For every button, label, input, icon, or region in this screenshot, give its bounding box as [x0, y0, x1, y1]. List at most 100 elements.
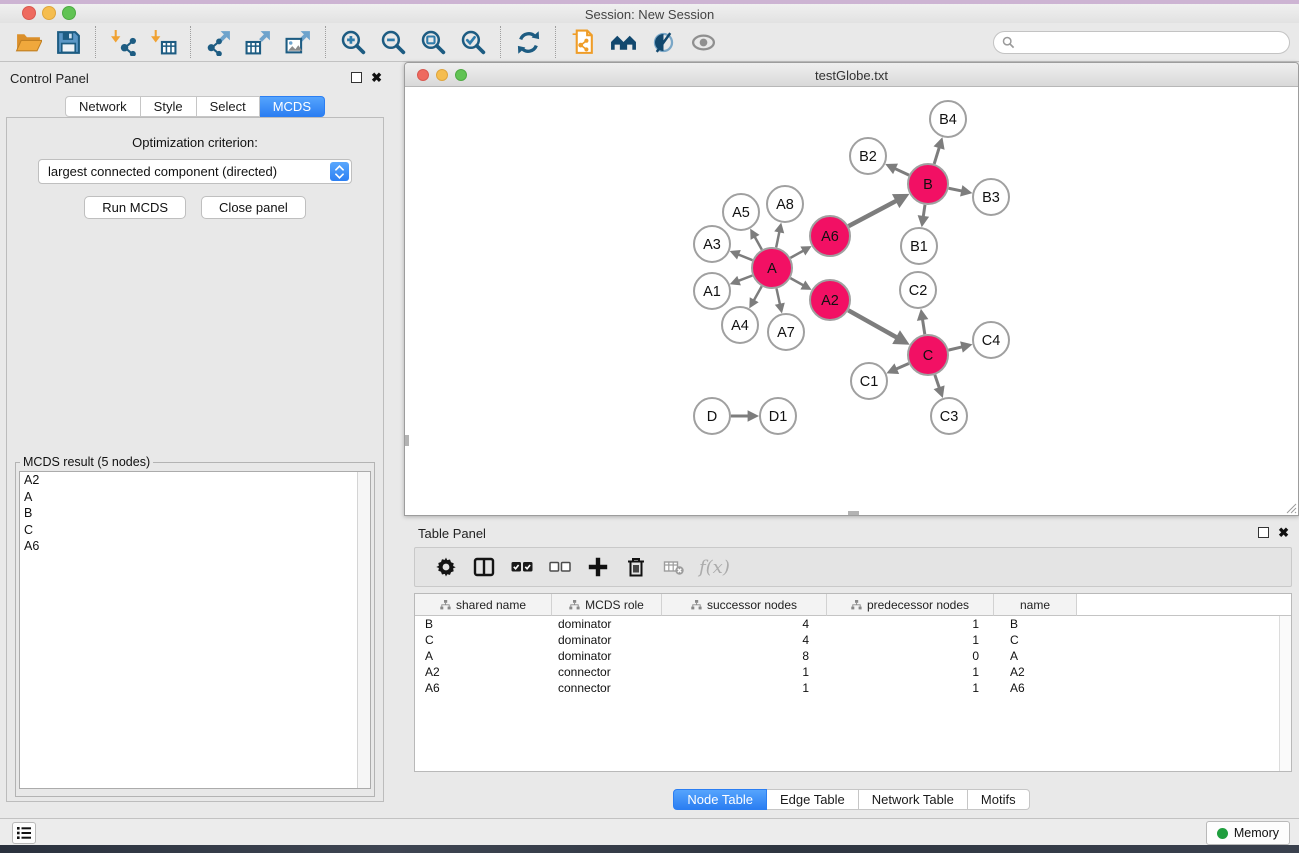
table-cell[interactable]: 4	[662, 632, 827, 648]
save-session-button[interactable]	[48, 25, 88, 59]
edge-A6-B[interactable]	[849, 201, 897, 226]
table-cell[interactable]: C	[994, 632, 1077, 648]
table-cell[interactable]: A	[415, 648, 552, 664]
table-row[interactable]: A6connector11A6	[415, 680, 1291, 696]
table-cell[interactable]: dominator	[552, 616, 662, 632]
tab-network-table[interactable]: Network Table	[859, 789, 968, 810]
delete-table-button[interactable]	[655, 549, 693, 585]
mcds-list-scrollbar[interactable]	[357, 472, 370, 788]
new-network-from-selection-button[interactable]	[563, 25, 603, 59]
table-cell[interactable]: 8	[662, 648, 827, 664]
edge-C-C2[interactable]	[922, 319, 924, 334]
zoom-selected-button[interactable]	[453, 25, 493, 59]
network-window-titlebar[interactable]: testGlobe.txt	[405, 63, 1298, 87]
table-cell[interactable]: 1	[827, 680, 994, 696]
table-row[interactable]: Cdominator41C	[415, 632, 1291, 648]
zoom-in-button[interactable]	[333, 25, 373, 59]
show-graphics-details-button[interactable]	[683, 25, 723, 59]
column-header-MCDS-role[interactable]: MCDS role	[552, 594, 662, 616]
function-builder-button[interactable]: f(x)	[693, 549, 730, 585]
column-header-predecessor-nodes[interactable]: predecessor nodes	[827, 594, 994, 616]
table-cell[interactable]: 1	[662, 680, 827, 696]
edge-B-B2[interactable]	[895, 168, 909, 175]
table-cell[interactable]: A2	[415, 664, 552, 680]
edge-A-A2[interactable]	[790, 278, 803, 285]
edge-A-A3[interactable]	[738, 254, 753, 260]
export-table-button[interactable]	[238, 25, 278, 59]
import-network-button[interactable]	[103, 25, 143, 59]
float-panel-icon[interactable]	[351, 72, 362, 83]
table-cell[interactable]: B	[994, 616, 1077, 632]
hide-selected-button[interactable]	[643, 25, 683, 59]
criterion-dropdown[interactable]: largest connected component (directed)	[38, 159, 352, 184]
close-panel-icon[interactable]: ✖	[1278, 527, 1289, 538]
show-hide-panels-button[interactable]	[603, 25, 643, 59]
column-header-shared-name[interactable]: shared name	[415, 594, 552, 616]
table-cell[interactable]: 1	[827, 664, 994, 680]
tab-network[interactable]: Network	[65, 96, 141, 117]
zoom-fit-button[interactable]	[413, 25, 453, 59]
open-session-button[interactable]	[8, 25, 48, 59]
table-cell[interactable]: A6	[994, 680, 1077, 696]
edge-B-B3[interactable]	[949, 188, 963, 191]
column-header-name[interactable]: name	[994, 594, 1077, 616]
column-header-successor-nodes[interactable]: successor nodes	[662, 594, 827, 616]
mcds-result-item[interactable]: B	[20, 505, 370, 522]
edge-A2-C[interactable]	[848, 310, 897, 337]
table-row[interactable]: Adominator80A	[415, 648, 1291, 664]
canvas-vscroll-thumb[interactable]	[405, 435, 409, 446]
table-cell[interactable]: 0	[827, 648, 994, 664]
task-history-button[interactable]	[12, 822, 36, 844]
table-cell[interactable]: A	[994, 648, 1077, 664]
canvas-hscroll-thumb[interactable]	[848, 511, 859, 515]
table-cell[interactable]: connector	[552, 664, 662, 680]
mcds-result-item[interactable]: A	[20, 489, 370, 506]
window-resize-grip[interactable]	[1283, 500, 1297, 514]
search-field[interactable]	[993, 31, 1290, 54]
mcds-result-item[interactable]: A2	[20, 472, 370, 489]
table-cell[interactable]: B	[415, 616, 552, 632]
select-all-columns-button[interactable]	[503, 549, 541, 585]
close-panel-button[interactable]: Close panel	[201, 196, 306, 219]
network-graph[interactable]: AA1A2A3A4A5A6A7A8BB1B2B3B4CC1C2C3C4DD1	[405, 87, 1298, 515]
tab-mcds[interactable]: MCDS	[260, 96, 325, 117]
unselect-all-columns-button[interactable]	[541, 549, 579, 585]
table-scrollbar[interactable]	[1279, 616, 1291, 771]
table-row[interactable]: Bdominator41B	[415, 616, 1291, 632]
table-cell[interactable]: 1	[827, 632, 994, 648]
table-cell[interactable]: A6	[415, 680, 552, 696]
table-cell[interactable]: 1	[827, 616, 994, 632]
edge-B-B4[interactable]	[934, 147, 939, 164]
network-canvas[interactable]: AA1A2A3A4A5A6A7A8BB1B2B3B4CC1C2C3C4DD1	[405, 87, 1298, 515]
export-image-button[interactable]	[278, 25, 318, 59]
memory-button[interactable]: Memory	[1206, 821, 1290, 845]
edge-C-C1[interactable]	[896, 363, 909, 369]
edge-C-C3[interactable]	[935, 375, 940, 388]
edge-A-A1[interactable]	[738, 276, 752, 281]
table-cell[interactable]: 1	[662, 664, 827, 680]
table-settings-button[interactable]	[427, 549, 465, 585]
edge-A-A4[interactable]	[754, 286, 762, 300]
close-panel-icon[interactable]: ✖	[371, 72, 382, 83]
import-table-button[interactable]	[143, 25, 183, 59]
tab-node-table[interactable]: Node Table	[673, 789, 767, 810]
apply-layout-button[interactable]	[508, 25, 548, 59]
table-cell[interactable]: dominator	[552, 648, 662, 664]
export-network-button[interactable]	[198, 25, 238, 59]
edge-A-A6[interactable]	[790, 250, 803, 257]
create-column-button[interactable]	[579, 549, 617, 585]
delete-columns-button[interactable]	[617, 549, 655, 585]
show-columns-button[interactable]	[465, 549, 503, 585]
run-mcds-button[interactable]: Run MCDS	[84, 196, 186, 219]
table-row[interactable]: A2connector11A2	[415, 664, 1291, 680]
tab-edge-table[interactable]: Edge Table	[767, 789, 859, 810]
edge-C-C4[interactable]	[948, 347, 962, 350]
mcds-result-item[interactable]: C	[20, 522, 370, 539]
table-cell[interactable]: C	[415, 632, 552, 648]
table-cell[interactable]: 4	[662, 616, 827, 632]
edge-A-A8[interactable]	[776, 231, 779, 247]
edge-A-A7[interactable]	[776, 289, 780, 305]
zoom-out-button[interactable]	[373, 25, 413, 59]
float-panel-icon[interactable]	[1258, 527, 1269, 538]
tab-select[interactable]: Select	[197, 96, 260, 117]
